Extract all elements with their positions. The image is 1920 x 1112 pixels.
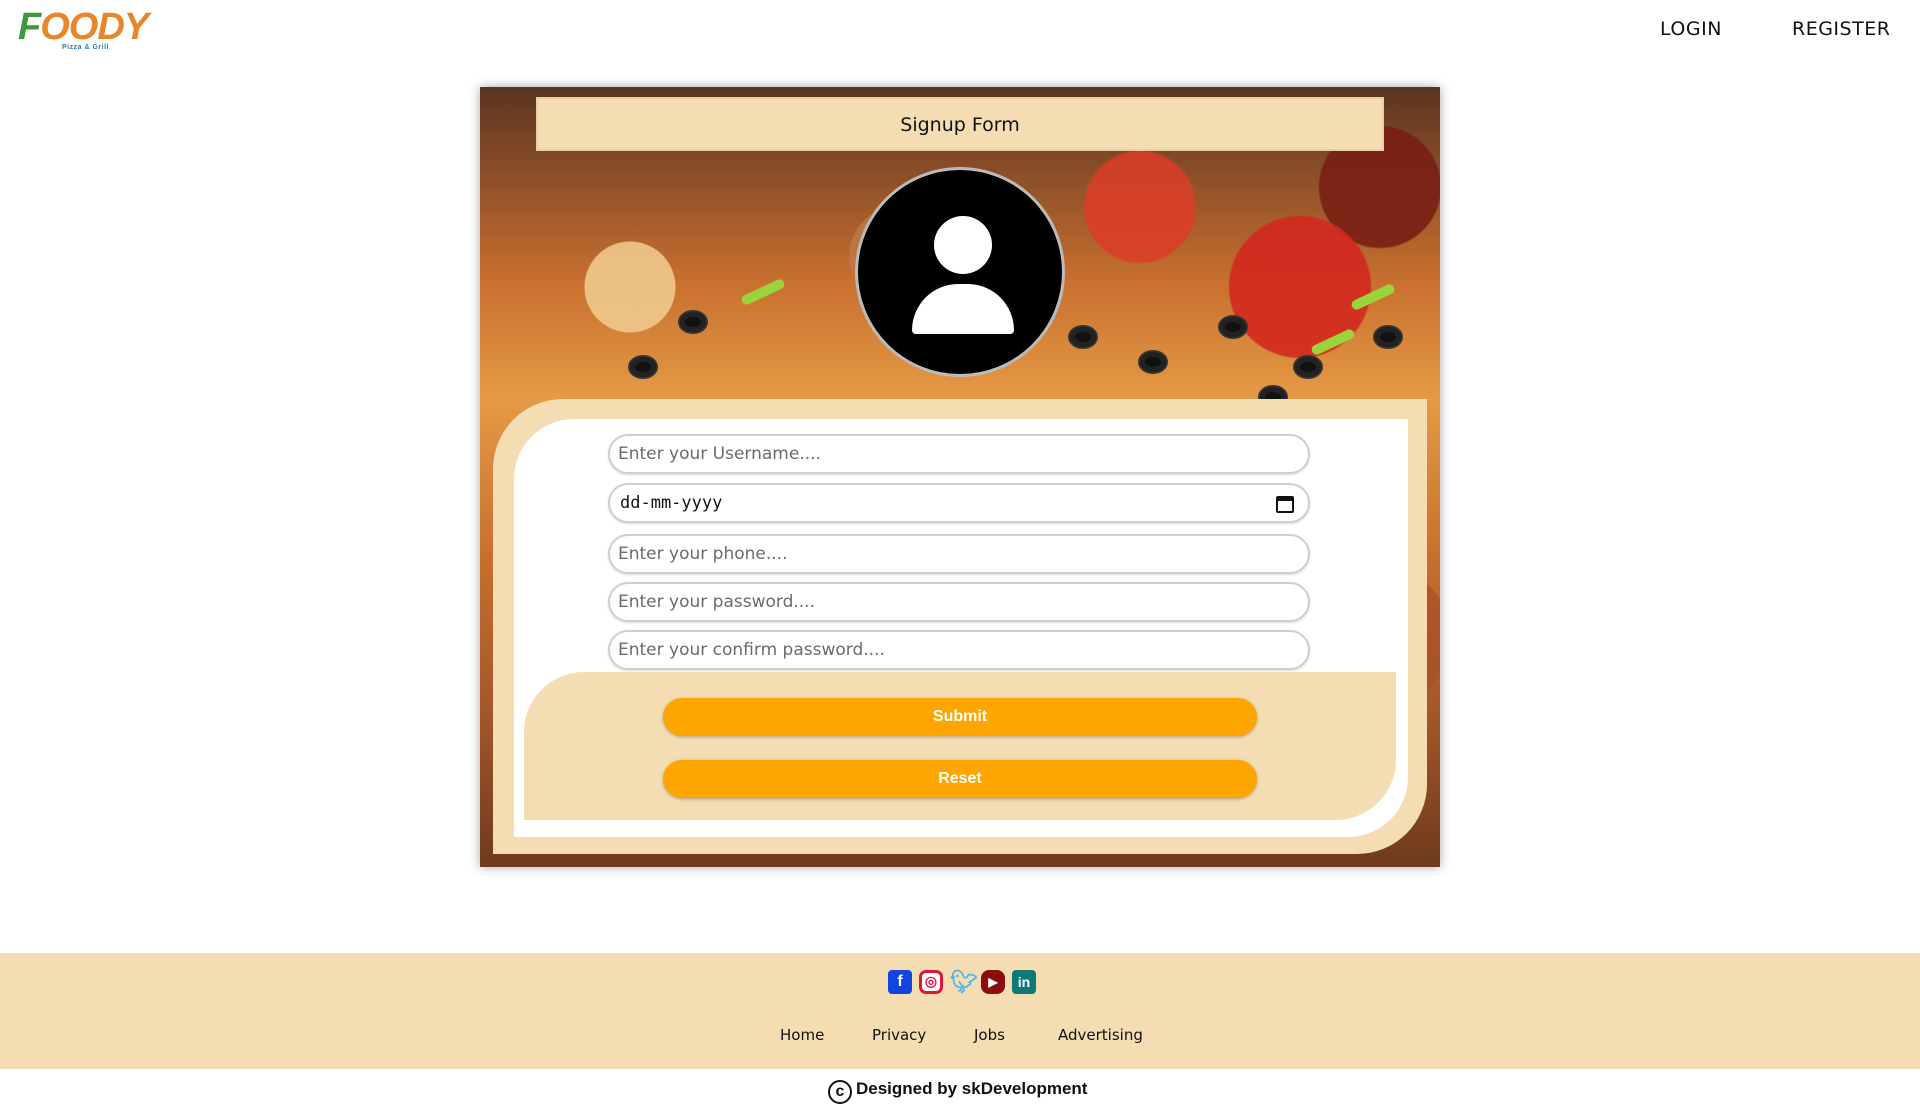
nav-register-link[interactable]: REGISTER: [1792, 18, 1890, 40]
youtube-icon[interactable]: ▶: [981, 970, 1005, 994]
username-input[interactable]: [608, 434, 1310, 474]
instagram-icon[interactable]: ◎: [919, 970, 943, 994]
facebook-icon[interactable]: f: [888, 970, 912, 994]
copyright-icon: c: [828, 1080, 852, 1104]
pizza-topping: [1375, 327, 1401, 347]
nav-login-link[interactable]: LOGIN: [1660, 18, 1722, 40]
linkedin-icon[interactable]: in: [1012, 970, 1036, 994]
footer-link-privacy[interactable]: Privacy: [872, 1026, 926, 1044]
pizza-topping: [1070, 327, 1096, 347]
pizza-topping: [1220, 317, 1246, 337]
date-placeholder: dd-mm-yyyy: [620, 493, 723, 513]
user-avatar-icon: [855, 167, 1065, 377]
signup-card: Signup Form dd-mm-yyyy Submit Reset: [480, 87, 1440, 867]
signup-form-title: Signup Form: [536, 97, 1384, 151]
social-links: f ◎ 🐦︎ ▶ in: [888, 970, 1036, 994]
reset-button[interactable]: Reset: [663, 760, 1257, 798]
submit-button[interactable]: Submit: [663, 698, 1257, 736]
top-navbar: FOODY Pizza & Grill LOGIN REGISTER: [0, 0, 1920, 60]
twitter-icon[interactable]: 🐦︎: [950, 970, 978, 994]
avatar-body: [912, 284, 1014, 334]
date-of-birth-input[interactable]: dd-mm-yyyy: [608, 483, 1310, 523]
foody-logo[interactable]: FOODY Pizza & Grill: [12, 6, 149, 51]
credit-text: Designed by skDevelopment: [856, 1079, 1088, 1098]
password-input[interactable]: [608, 582, 1310, 622]
logo-subtext: Pizza & Grill: [62, 44, 109, 51]
phone-input[interactable]: [608, 534, 1310, 574]
footer-link-advertising[interactable]: Advertising: [1058, 1026, 1143, 1044]
calendar-icon[interactable]: [1276, 496, 1294, 513]
confirm-password-input[interactable]: [608, 630, 1310, 670]
designer-credit: c Designed by skDevelopment: [828, 1074, 1087, 1104]
avatar-head: [934, 216, 992, 274]
pizza-topping: [680, 312, 706, 332]
logo-wordmark: FOODY: [18, 6, 149, 48]
pizza-topping: [1295, 357, 1321, 377]
pizza-topping: [1310, 327, 1356, 357]
pizza-topping: [1350, 282, 1396, 312]
footer-link-jobs[interactable]: Jobs: [974, 1026, 1005, 1044]
pizza-topping: [630, 357, 656, 377]
pizza-topping: [740, 277, 786, 307]
footer-link-home[interactable]: Home: [780, 1026, 824, 1044]
pizza-topping: [1140, 352, 1166, 372]
footer: f ◎ 🐦︎ ▶ in Home Privacy Jobs Advertisin…: [0, 953, 1920, 1069]
